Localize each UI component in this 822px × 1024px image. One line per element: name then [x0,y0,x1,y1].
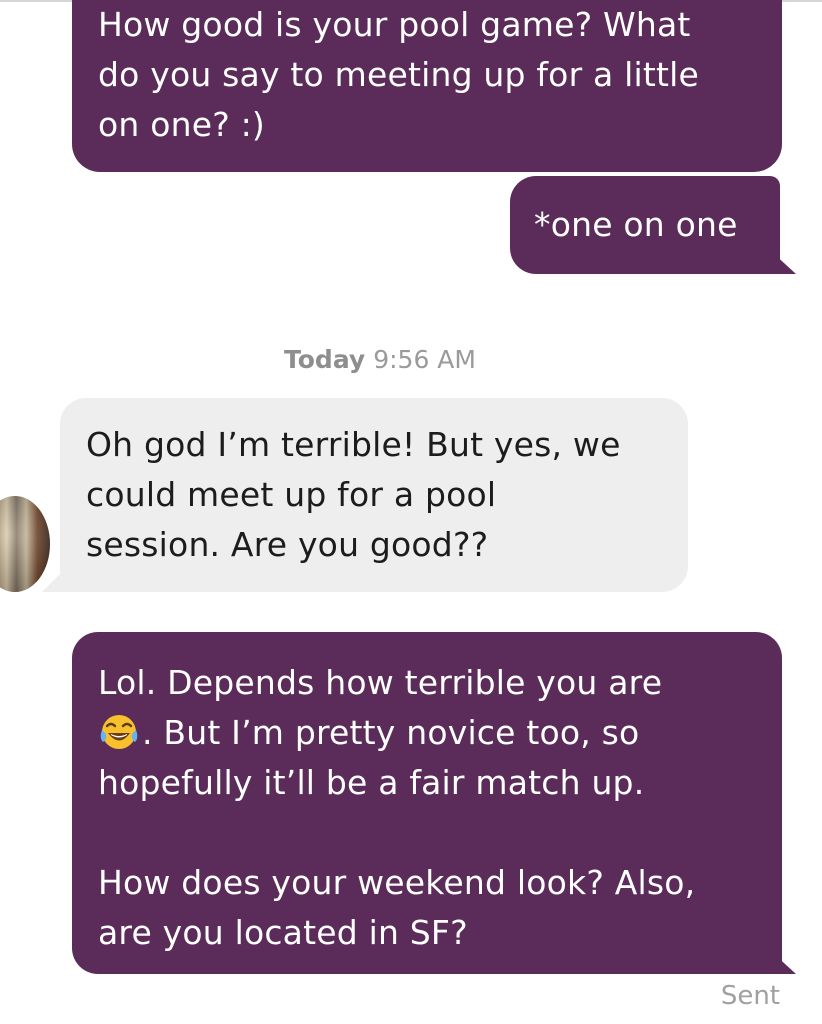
outgoing-message-bubble[interactable]: Lol. Depends how terrible you are . But … [72,632,782,974]
message-line-with-emoji: . But I’m pretty novice too, so [98,708,762,758]
paragraph-break [98,808,762,858]
message-line: are you located in SF? [98,913,468,952]
message-line: How good is your pool game? What [98,5,691,44]
message-line: hopefully it’ll be a fair match up. [98,763,645,802]
timestamp-day: Today [284,345,366,374]
message-line-text: . But I’m pretty novice too, so [142,713,640,752]
incoming-message-bubble[interactable]: Oh god I’m terrible! But yes, we could m… [60,398,688,592]
message-line: do you say to meeting up for a little [98,55,700,94]
bubble-tail [772,952,796,974]
chat-thread: How good is your pool game? What do you … [0,0,822,1024]
message-line: could meet up for a pool [86,475,497,514]
message-line: Oh god I’m terrible! But yes, we [86,425,621,464]
bubble-tail [772,252,796,274]
bubble-tail [42,572,62,592]
outgoing-message-bubble[interactable]: How good is your pool game? What do you … [72,0,782,172]
message-line: How does your weekend look? Also, [98,863,696,902]
message-timestamp: Today 9:56 AM [0,340,760,380]
timestamp-time: 9:56 AM [373,345,476,374]
message-line: on one? :) [98,105,265,144]
message-line: *one on one [534,205,738,244]
delivery-status: Sent [720,981,780,1011]
outgoing-message-bubble[interactable]: *one on one [510,176,780,274]
message-line: Lol. Depends how terrible you are [98,663,663,702]
message-line: session. Are you good?? [86,525,489,564]
face-with-tears-of-joy-icon [98,712,140,752]
